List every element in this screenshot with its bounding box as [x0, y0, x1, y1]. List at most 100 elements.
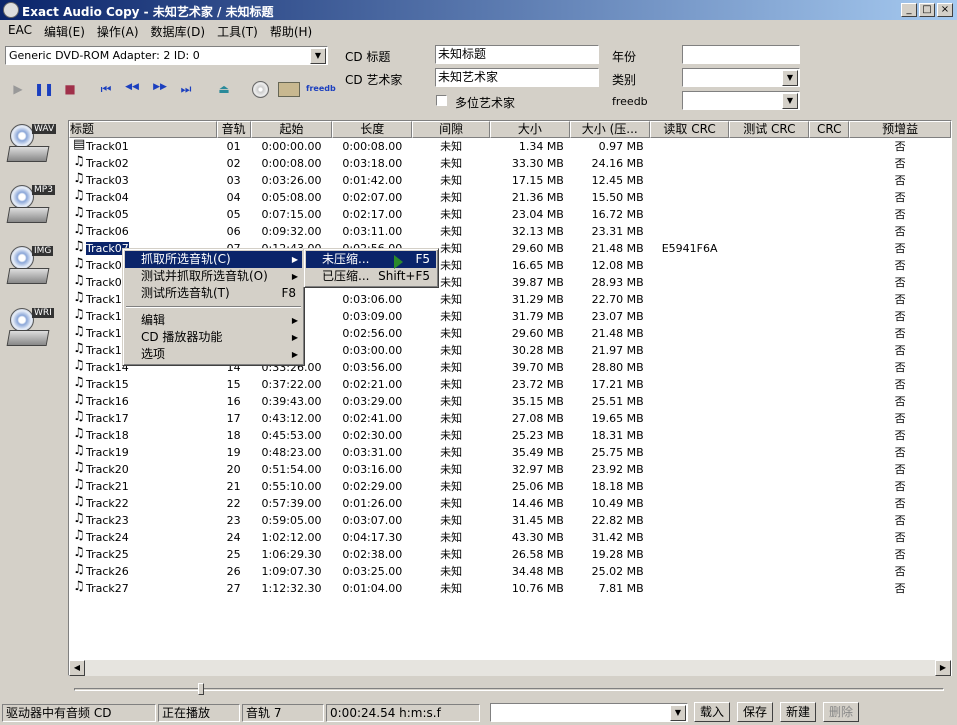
table-cell [650, 291, 730, 308]
context-menu-item[interactable]: 编辑 ▶ [125, 312, 302, 329]
side-wri-button[interactable]: WRI [6, 306, 58, 356]
table-row[interactable]: ♫Track02 02 0:00:08.00 0:03:18.00 未知 33.30 MB… [69, 155, 951, 172]
table-cell: 06 [226, 225, 241, 238]
menu-item[interactable]: 工具(T) [211, 23, 264, 39]
table-row[interactable]: ♫Track17 17 0:43:12.00 0:02:41.00 未知 27.08 MB… [69, 410, 951, 427]
context-menu-item[interactable]: 已压缩... Shift+F5 [306, 268, 436, 285]
column-header-cell[interactable]: 大小 [490, 121, 570, 138]
context-menu-item[interactable]: 抓取所选音轨(C) ▶ [125, 251, 302, 268]
music-note-icon: ♫ [73, 427, 85, 441]
various-artists-checkbox[interactable] [436, 95, 447, 106]
track-list[interactable]: 标题 音轨 起始 长度 间隙 大小 大小 (压... 读取 CRC 测试 CRC CRC 预增益 ▤… [68, 120, 952, 676]
position-slider[interactable] [74, 688, 944, 691]
delete-button[interactable]: 删除 [823, 702, 859, 722]
profile-select[interactable]: ▼ [490, 703, 688, 722]
context-menu-item[interactable]: 测试所选音轨(T) F8 [125, 285, 302, 302]
next-track-icon[interactable]: ⏭ [176, 82, 196, 97]
genre-label: 类别 [612, 73, 637, 87]
save-button[interactable]: 保存 [737, 702, 773, 722]
genre-select[interactable]: ▼ [682, 68, 800, 87]
drive-select[interactable]: Generic DVD-ROM Adapter: 2 ID: 0 ▼ [5, 46, 328, 65]
maximize-button[interactable]: □ [919, 3, 935, 17]
table-row[interactable]: ♫Track03 03 0:03:26.00 0:01:42.00 未知 17.15 MB… [69, 172, 951, 189]
column-header-cell[interactable]: 预增益 [849, 121, 951, 138]
table-cell [730, 342, 810, 359]
table-row[interactable]: ♫Track19 19 0:48:23.00 0:03:31.00 未知 35.49 MB… [69, 444, 951, 461]
table-cell: 未知 [440, 344, 463, 357]
table-cell [650, 529, 730, 546]
stop-icon[interactable]: ■ [60, 82, 80, 96]
menu-item[interactable]: 数据库(D) [145, 23, 212, 39]
network-icon[interactable] [278, 82, 300, 97]
play-icon[interactable]: ▶ [8, 82, 28, 96]
scroll-right-icon[interactable]: ▶ [935, 660, 951, 676]
table-row[interactable]: ♫Track26 26 1:09:07.30 0:03:25.00 未知 34.48 MB… [69, 563, 951, 580]
rewind-icon[interactable]: ◀◀ [122, 82, 142, 92]
side-wav-button[interactable]: WAV [6, 122, 58, 172]
load-button[interactable]: 载入 [694, 702, 730, 722]
table-row[interactable]: ♫Track18 18 0:45:53.00 0:02:30.00 未知 25.23 MB… [69, 427, 951, 444]
context-menu-item[interactable]: 测试并抓取所选音轨(O) ▶ [125, 268, 302, 285]
chevron-down-icon[interactable]: ▼ [782, 93, 798, 109]
drive-icon [6, 146, 50, 162]
year-input[interactable] [682, 45, 800, 64]
close-button[interactable]: × [937, 3, 953, 17]
table-row[interactable]: ♫Track16 16 0:39:43.00 0:03:29.00 未知 35.15 MB… [69, 393, 951, 410]
app-icon[interactable] [3, 2, 19, 18]
table-row[interactable]: ♫Track15 15 0:37:22.00 0:02:21.00 未知 23.72 MB… [69, 376, 951, 393]
column-header-cell[interactable]: 长度 [332, 121, 413, 138]
minimize-button[interactable]: _ [901, 3, 917, 17]
column-header-cell[interactable]: 大小 (压... [569, 121, 650, 138]
chevron-down-icon[interactable]: ▼ [782, 70, 798, 86]
column-header-cell[interactable]: 音轨 [216, 121, 251, 138]
context-menu-item[interactable]: 未压缩... F5 [306, 251, 436, 268]
column-header-cell[interactable]: 测试 CRC [729, 121, 810, 138]
context-menu-item[interactable]: CD 播放器功能 ▶ [125, 329, 302, 346]
scroll-left-icon[interactable]: ◀ [69, 660, 85, 676]
menu-item[interactable]: 操作(A) [91, 23, 145, 39]
menu-item[interactable]: 帮助(H) [264, 23, 318, 39]
table-cell: 0:03:56.00 [342, 361, 403, 374]
pause-icon[interactable]: ❚❚ [34, 82, 54, 96]
chevron-down-icon[interactable]: ▼ [310, 48, 326, 64]
position-slider-thumb[interactable] [198, 683, 204, 695]
table-cell: ♫Track19 [69, 444, 217, 461]
column-header-cell[interactable]: 起始 [250, 121, 333, 138]
table-cell: 否 [894, 565, 906, 578]
table-row[interactable]: ♫Track25 25 1:06:29.30 0:02:38.00 未知 26.58 MB… [69, 546, 951, 563]
side-mp3-button[interactable]: MP3 [6, 183, 58, 233]
table-cell [809, 427, 849, 444]
eject-icon[interactable]: ⏏ [214, 82, 234, 96]
cd-icon[interactable] [252, 81, 269, 98]
context-menu-item[interactable]: 选项 ▶ [125, 346, 302, 363]
table-cell: 1:02:12.00 [261, 531, 322, 544]
table-row[interactable]: ♫Track24 24 1:02:12.00 0:04:17.30 未知 43.30 MB… [69, 529, 951, 546]
cd-title-input[interactable]: 未知标题 [435, 45, 599, 64]
table-row[interactable]: ▤Track01 01 0:00:00.00 0:00:08.00 未知 1.34 MB 0… [69, 138, 951, 155]
table-row[interactable]: ♫Track27 27 1:12:32.30 0:01:04.00 未知 10.76 MB… [69, 580, 951, 597]
new-button[interactable]: 新建 [780, 702, 816, 722]
menu-item[interactable]: 编辑(E) [38, 23, 91, 39]
side-img-button[interactable]: IMG [6, 244, 58, 294]
freedb-icon[interactable]: freedb [306, 84, 336, 93]
table-row[interactable]: ♫Track20 20 0:51:54.00 0:03:16.00 未知 32.97 MB… [69, 461, 951, 478]
table-row[interactable]: ♫Track05 05 0:07:15.00 0:02:17.00 未知 23.04 MB… [69, 206, 951, 223]
table-row[interactable]: ♫Track23 23 0:59:05.00 0:03:07.00 未知 31.45 MB… [69, 512, 951, 529]
column-header-cell[interactable]: 标题 [69, 121, 217, 138]
freedb-select[interactable]: ▼ [682, 91, 800, 110]
column-header-cell[interactable]: 读取 CRC [649, 121, 730, 138]
column-header-cell[interactable]: CRC [809, 121, 850, 138]
chevron-down-icon[interactable]: ▼ [670, 705, 686, 721]
previous-track-icon[interactable]: ⏮ [96, 82, 116, 97]
menu-item[interactable]: EAC [2, 23, 38, 37]
table-row[interactable]: ♫Track04 04 0:05:08.00 0:02:07.00 未知 21.36 MB… [69, 189, 951, 206]
cd-artist-input[interactable]: 未知艺术家 [435, 68, 599, 87]
fast-forward-icon[interactable]: ▶▶ [150, 82, 170, 92]
table-row[interactable]: ♫Track21 21 0:55:10.00 0:02:29.00 未知 25.06 MB… [69, 478, 951, 495]
table-cell: 未知 [440, 157, 463, 170]
table-row[interactable]: ♫Track06 06 0:09:32.00 0:03:11.00 未知 32.13 MB… [69, 223, 951, 240]
column-header-cell[interactable]: 间隙 [412, 121, 491, 138]
horizontal-scrollbar[interactable]: ◀ ▶ [69, 660, 951, 676]
table-row[interactable]: ♫Track22 22 0:57:39.00 0:01:26.00 未知 14.46 MB… [69, 495, 951, 512]
table-cell: 24.16 MB [591, 157, 644, 170]
